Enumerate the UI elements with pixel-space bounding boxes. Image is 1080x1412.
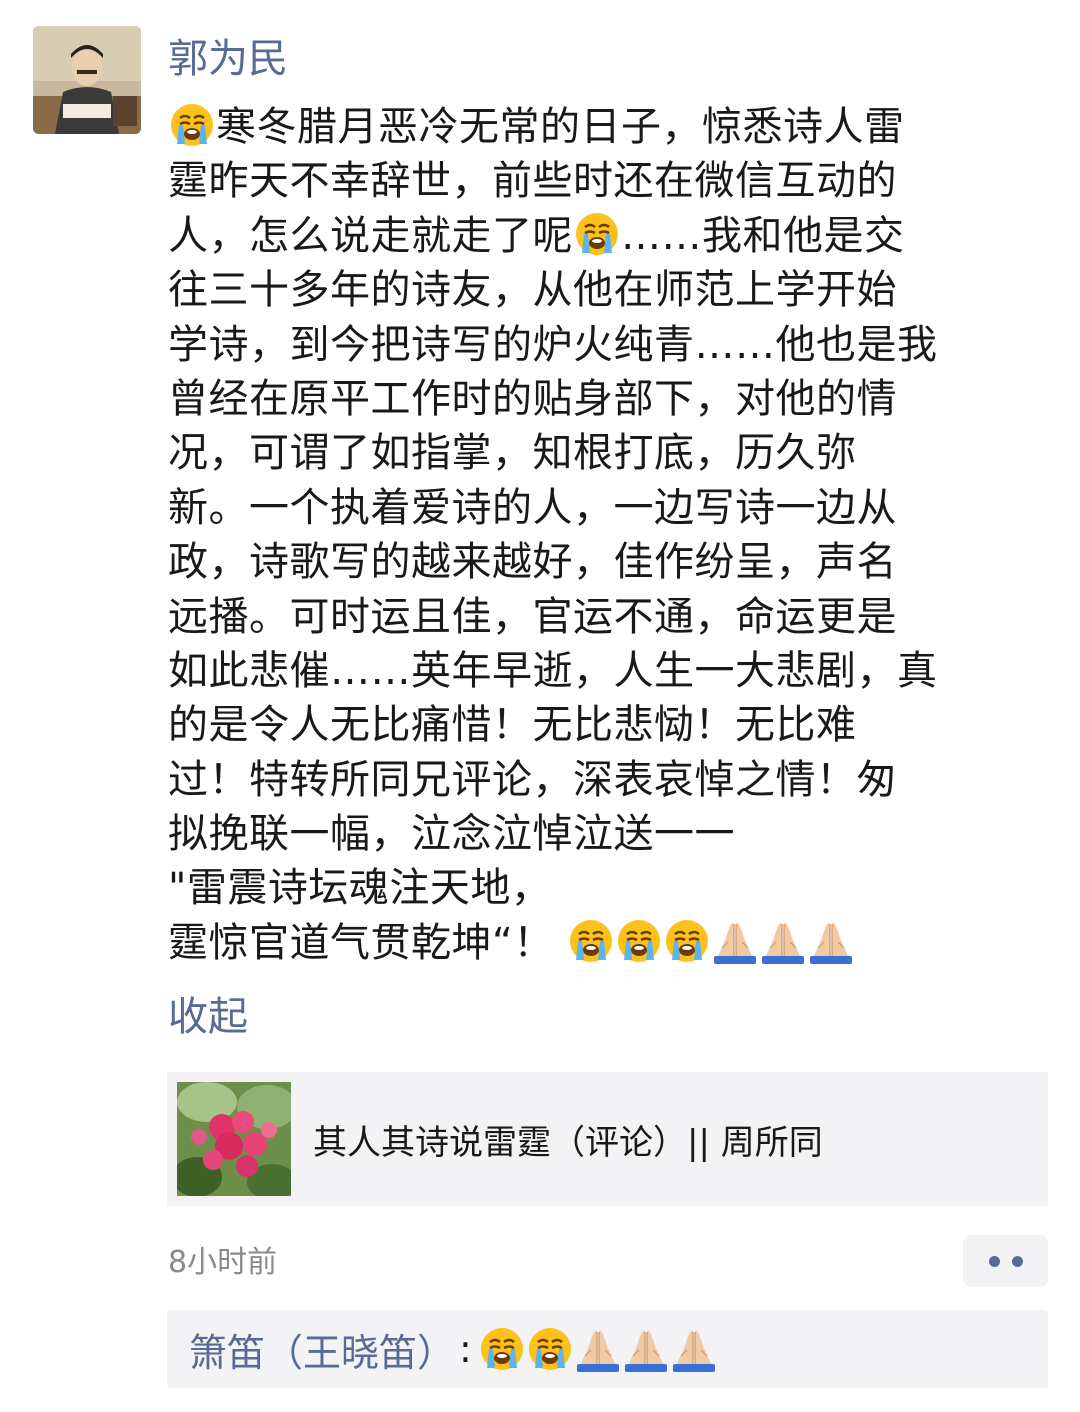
more-actions-button[interactable]	[963, 1235, 1048, 1287]
post-line: 霆惊官道气贯乾坤“！	[168, 916, 1023, 970]
shared-article-card[interactable]: 其人其诗说雷霆（评论）|| 周所同	[167, 1072, 1048, 1206]
post-line: 如此悲催……英年早逝，人生一大悲剧，真	[168, 647, 938, 694]
folded-hands-icon	[712, 918, 758, 964]
post-line: 政，诗歌写的越来越好，佳作纷呈，声名	[168, 539, 897, 586]
post-author-name[interactable]: 郭为民	[168, 32, 288, 86]
comment-author[interactable]: 箫笛（王晓笛）	[189, 1322, 455, 1377]
folded-hands-icon	[808, 918, 854, 964]
comment-colon: :	[459, 1327, 472, 1371]
loudly-crying-face-icon	[169, 102, 215, 148]
post-line: 曾经在原平工作时的贴身部下，对他的情	[168, 375, 897, 422]
post-line: 况，可谓了如指掌，知根打底，历久弥	[168, 430, 857, 477]
shared-article-title: 其人其诗说雷霆（评论）|| 周所同	[313, 1122, 823, 1163]
shared-article-thumbnail	[177, 1082, 291, 1196]
post-line: 拟挽联一幅，泣念泣悼泣送一一	[168, 811, 735, 858]
avatar-portrait-image	[33, 26, 141, 134]
loudly-crying-face-icon	[479, 1326, 525, 1372]
post-timestamp: 8小时前	[168, 1245, 278, 1280]
loudly-crying-face-icon	[616, 918, 662, 964]
post-line: "雷震诗坛魂注天地，	[168, 865, 552, 912]
loudly-crying-face-icon	[527, 1326, 573, 1372]
loudly-crying-face-icon	[574, 211, 620, 257]
post-line: 过！特转所同兄评论，深表哀悼之情！匆	[168, 756, 897, 803]
post-line: 霆昨天不幸辞世，前些时还在微信互动的	[168, 158, 897, 205]
avatar[interactable]	[33, 26, 141, 134]
post-line: 远播。可时运且佳，官运不通，命运更是	[168, 593, 897, 640]
folded-hands-icon	[575, 1326, 621, 1372]
more-dots-icon	[1011, 1255, 1023, 1267]
post-line: 寒冬腊月恶冷无常的日子，惊悉诗人雷	[168, 100, 1023, 154]
collapse-link[interactable]: 收起	[168, 990, 248, 1044]
post-line: 新。一个执着爱诗的人，一边写诗一边从	[168, 484, 897, 531]
post-line: 学诗，到今把诗写的炉火纯青……他也是我	[168, 321, 938, 368]
comment-list-item[interactable]: 箫笛（王晓笛） :	[167, 1310, 1048, 1388]
comment-content	[478, 1326, 718, 1372]
post-line: 的是令人无比痛惜！无比悲恸！无比难	[168, 702, 857, 749]
folded-hands-icon	[623, 1326, 669, 1372]
post-text: 寒冬腊月恶冷无常的日子，惊悉诗人雷 霆昨天不幸辞世，前些时还在微信互动的 人，怎…	[168, 100, 1023, 970]
loudly-crying-face-icon	[568, 918, 614, 964]
folded-hands-icon	[671, 1326, 717, 1372]
post-line: 往三十多年的诗友，从他在师范上学开始	[168, 267, 897, 314]
post-line: 人，怎么说走就走了呢 ……我和他是交	[168, 211, 905, 259]
loudly-crying-face-icon	[664, 918, 710, 964]
folded-hands-icon	[760, 918, 806, 964]
more-dots-icon	[988, 1255, 1000, 1267]
